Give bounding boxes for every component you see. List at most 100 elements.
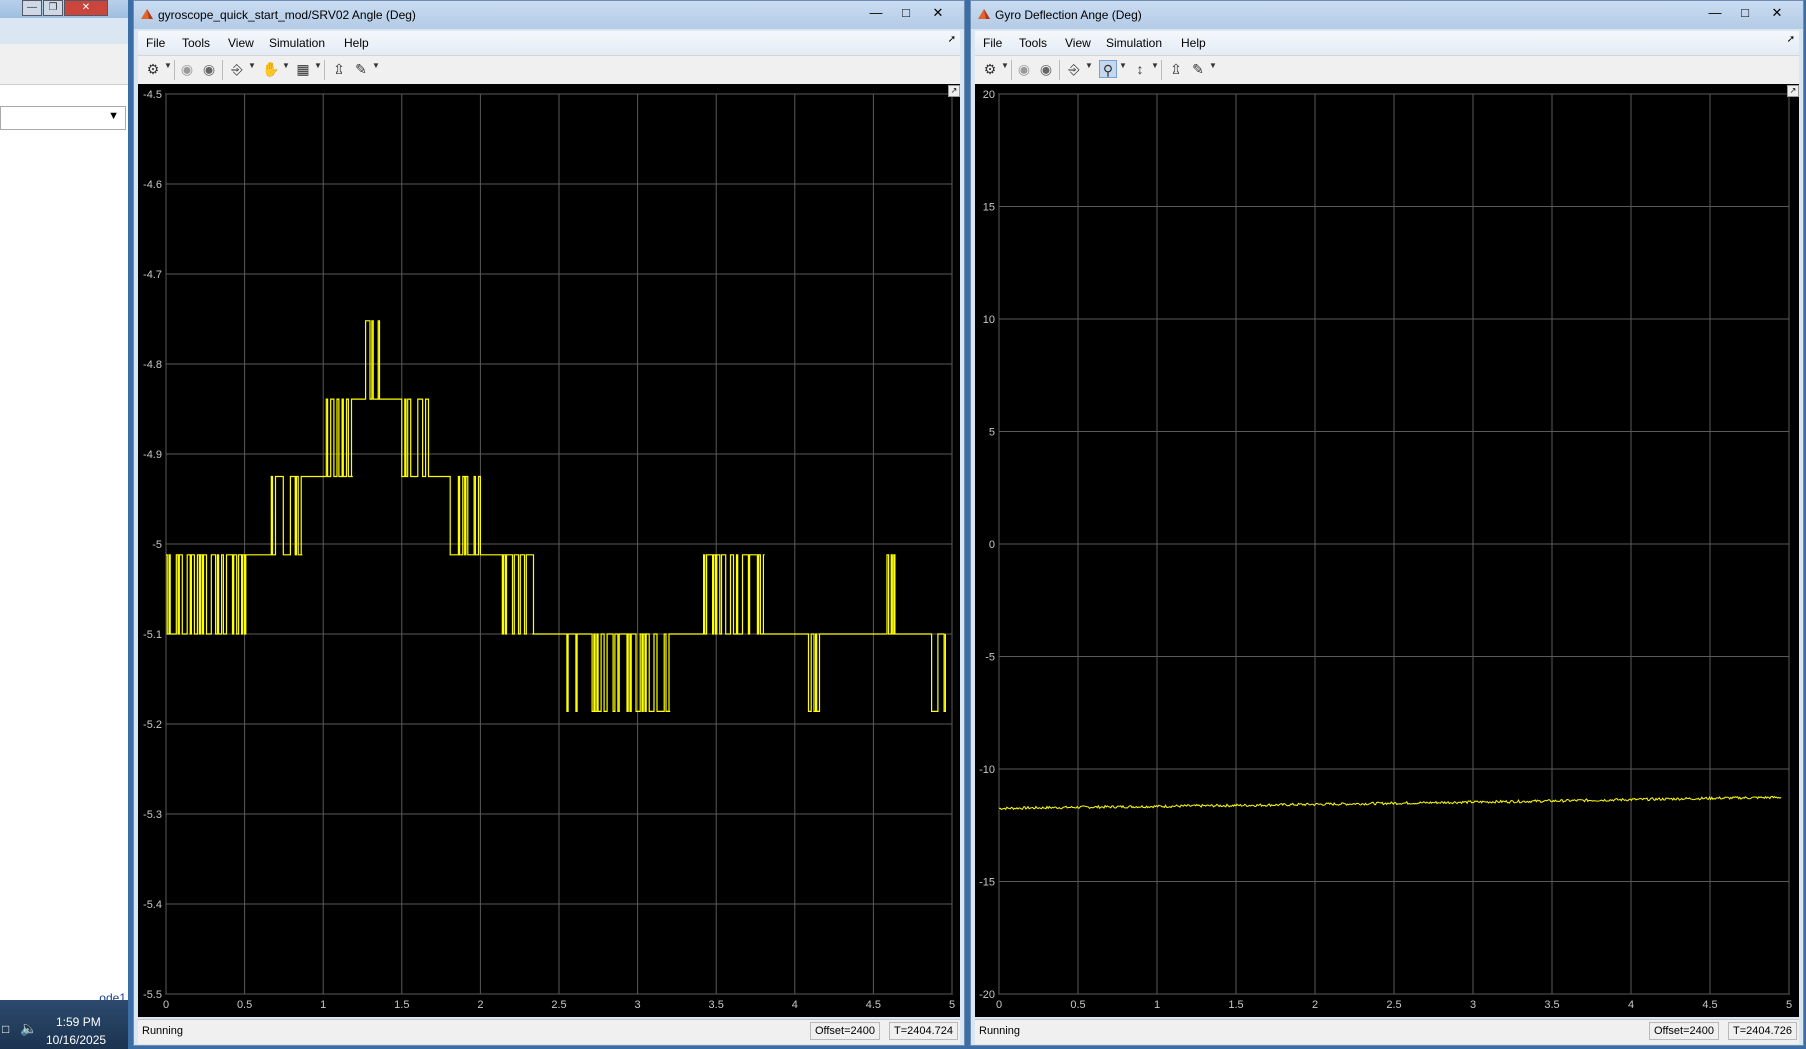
menu-simulation[interactable]: Simulation [1106,36,1162,50]
background-menubar [0,18,128,45]
x-tick-label: 0.5 [1070,999,1085,1011]
x-tick-label: 0 [163,999,169,1011]
x-tick-label: 4 [792,999,798,1011]
undock-icon[interactable]: ↗ [948,85,960,97]
menu-tools[interactable]: Tools [1019,36,1047,50]
plot-area[interactable]: 0 0.5 1 1.5 2 2.5 3 3.5 4 4.5 5 20 15 10 5 0 -5 -10 -15 -20 [975,84,1799,1017]
x-tick-label: 1.5 [394,999,409,1011]
window-titlebar[interactable]: Gyro Deflection Ange (Deg) — □ ✕ [971,1,1803,29]
menu-view[interactable]: View [228,36,254,50]
stop-icon[interactable]: ◉ [1037,60,1055,78]
background-window: — ❐ ✕ ▼ ode1 [0,0,128,1005]
stop-icon[interactable]: ◉ [200,60,218,78]
close-button[interactable]: ✕ [1763,3,1791,23]
background-toolbar [0,44,128,85]
statusbar: Running Offset=2400 T=2404.726 [975,1019,1799,1044]
chevron-down-icon[interactable]: ▼ [314,61,322,70]
chevron-down-icon[interactable]: ▼ [1085,61,1093,70]
y-tick-label: 5 [989,427,995,439]
x-tick-label: 3.5 [709,999,724,1011]
y-tick-label: -4.9 [143,449,162,461]
chevron-down-icon[interactable]: ▼ [282,61,290,70]
minimize-button[interactable]: — [862,3,890,23]
minimize-button[interactable]: — [22,0,42,16]
time-readout: T=2404.724 [888,1022,958,1040]
menu-file[interactable]: File [983,36,1002,50]
x-tick-label: 4.5 [1702,999,1717,1011]
chevron-down-icon[interactable]: ▼ [1119,61,1127,70]
x-tick-label: 2 [1312,999,1318,1011]
x-tick-label: 3.5 [1544,999,1559,1011]
x-tick-label: 4 [1628,999,1634,1011]
highlight-block-icon[interactable]: ⎆ [228,60,246,78]
volume-icon[interactable]: 🔈 [20,1020,37,1037]
chevron-down-icon[interactable]: ▼ [1151,61,1159,70]
restore-button[interactable]: ❐ [43,0,63,16]
y-tick-label: -4.8 [143,359,162,371]
toolbar: ⚙ ▼ ◉ ◉ ⎆ ▼ ⚲ ▼ ↕ ▼ ⇫ ✎ ▼ [975,55,1799,85]
minimize-button[interactable]: — [1701,3,1729,23]
triggers-icon[interactable]: ⇫ [330,60,348,78]
gear-icon[interactable]: ⚙ [144,60,162,78]
menu-view[interactable]: View [1065,36,1091,50]
toolbar: ⚙ ▼ ◉ ◉ ⎆ ▼ ✋ ▼ ▦ ▼ ⇫ ✎ ▼ [138,55,960,85]
y-tick-label: 20 [983,89,995,101]
srv02-angle-plot[interactable]: 0 0.5 1 1.5 2 2.5 3 3.5 4 4.5 5 -4.5 -4.6 -4.7 -4.8 -4.… [138,84,960,1017]
offset-readout: Offset=2400 [809,1022,880,1040]
run-icon[interactable]: ◉ [1015,60,1033,78]
y-tick-label: -15 [979,877,995,889]
close-button[interactable]: ✕ [924,3,952,23]
autoscale-y-icon[interactable]: ↕ [1131,60,1149,78]
scope-window-gyro-deflection: Gyro Deflection Ange (Deg) — □ ✕ File To… [970,0,1804,1046]
x-tick-label: 3 [1470,999,1476,1011]
show-desktop-icon[interactable]: □ [2,1022,9,1036]
y-tick-label: -5.5 [143,989,162,1001]
pan-icon[interactable]: ✋ [262,60,280,78]
dock-arrow-icon[interactable]: ➚ [948,34,956,45]
chevron-down-icon: ▼ [108,110,119,122]
chevron-down-icon[interactable]: ▼ [1001,61,1009,70]
chevron-down-icon[interactable]: ▼ [164,61,172,70]
chevron-down-icon[interactable]: ▼ [1209,61,1217,70]
gear-icon[interactable]: ⚙ [981,60,999,78]
highlight-block-icon[interactable]: ⎆ [1065,60,1083,78]
run-icon[interactable]: ◉ [178,60,196,78]
x-tick-label: 1.5 [1228,999,1243,1011]
x-tick-label: 1 [320,999,326,1011]
autoscale-icon[interactable]: ▦ [294,60,312,78]
x-tick-label: 0 [996,999,1002,1011]
y-tick-label: -10 [979,764,995,776]
chevron-down-icon[interactable]: ▼ [248,61,256,70]
measurements-icon[interactable]: ✎ [1189,60,1207,78]
background-dropdown[interactable]: ▼ [0,106,126,130]
measurements-icon[interactable]: ✎ [352,60,370,78]
menu-file[interactable]: File [146,36,165,50]
y-tick-label: -5.2 [143,719,162,731]
window-titlebar[interactable]: gyroscope_quick_start_mod/SRV02 Angle (D… [134,1,964,29]
triggers-icon[interactable]: ⇫ [1167,60,1185,78]
menu-help[interactable]: Help [1181,36,1206,50]
menu-simulation[interactable]: Simulation [269,36,325,50]
maximize-button[interactable]: □ [892,3,920,23]
chevron-down-icon[interactable]: ▼ [372,61,380,70]
zoom-in-icon[interactable]: ⚲ [1099,60,1117,78]
undock-icon[interactable]: ↗ [1787,85,1799,97]
menubar: File Tools View Simulation Help ➚ [138,31,960,55]
x-tick-label: 5 [949,999,955,1011]
menu-tools[interactable]: Tools [182,36,210,50]
plot-area[interactable]: 0 0.5 1 1.5 2 2.5 3 3.5 4 4.5 5 -4.5 -4.6 -4.7 -4.8 -4.… [138,84,960,1017]
x-tick-label: 0.5 [237,999,252,1011]
dock-arrow-icon[interactable]: ➚ [1787,34,1795,45]
statusbar: Running Offset=2400 T=2404.724 [138,1019,960,1044]
maximize-button[interactable]: □ [1731,3,1759,23]
menu-help[interactable]: Help [344,36,369,50]
clock-date[interactable]: 10/16/2025 [46,1033,106,1047]
taskbar: □ 🔈 1:59 PM 10/16/2025 [0,1000,128,1049]
close-button[interactable]: ✕ [64,0,108,16]
y-tick-label: -5.1 [143,629,162,641]
y-tick-label: -4.5 [143,89,162,101]
gyro-deflection-plot[interactable]: 0 0.5 1 1.5 2 2.5 3 3.5 4 4.5 5 20 15 10 5 0 -5 -10 -15 -20 [975,84,1799,1017]
clock-time[interactable]: 1:59 PM [56,1015,101,1029]
x-tick-label: 2.5 [551,999,566,1011]
y-tick-label: 15 [983,202,995,214]
